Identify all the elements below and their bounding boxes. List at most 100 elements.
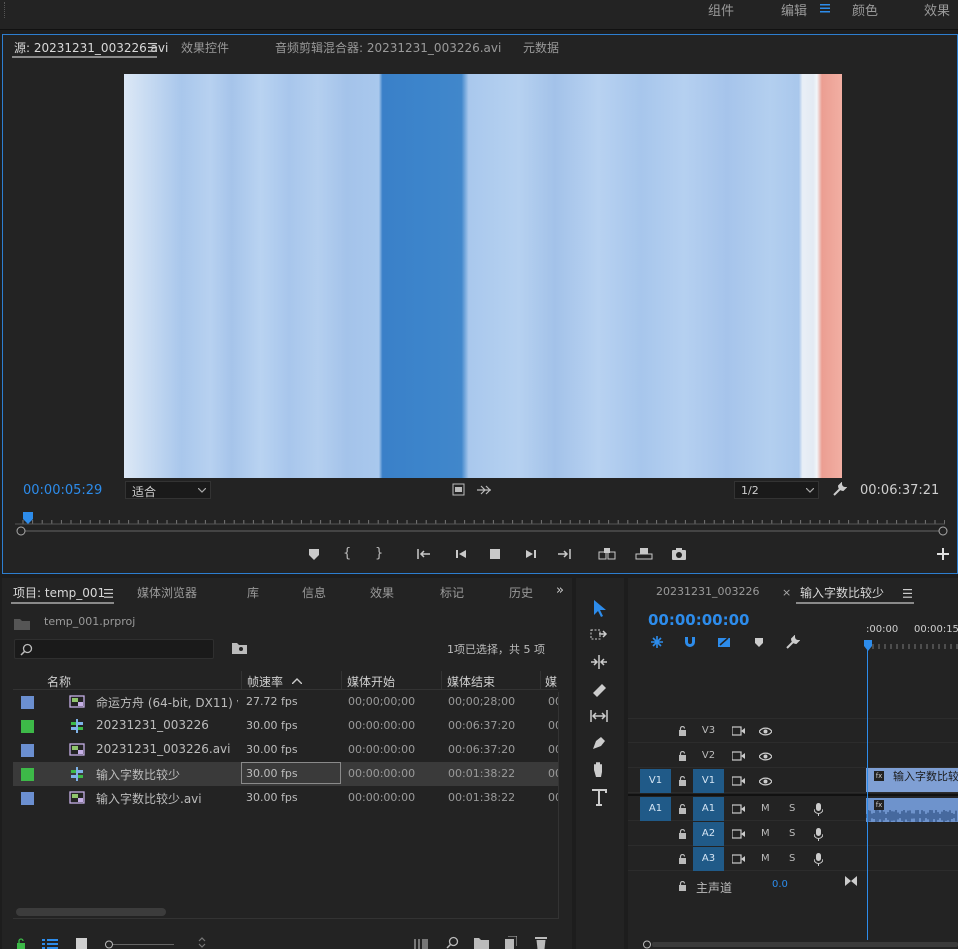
linked-selection-icon[interactable] xyxy=(717,635,731,649)
mute-button[interactable]: M xyxy=(761,828,770,839)
selection-tool-icon[interactable] xyxy=(588,597,610,619)
search-field[interactable] xyxy=(14,639,214,659)
lock-icon[interactable] xyxy=(678,751,687,761)
type-tool-icon[interactable] xyxy=(588,786,610,808)
eye-icon[interactable] xyxy=(759,777,772,786)
add-marker-icon[interactable] xyxy=(754,637,764,648)
overwrite-clip-icon[interactable] xyxy=(635,546,653,562)
label-color-swatch[interactable] xyxy=(21,720,34,733)
track-target-v3[interactable]: V3 xyxy=(693,719,724,743)
column-frame-rate[interactable]: 帧速率 xyxy=(247,673,283,690)
sync-lock-icon[interactable] xyxy=(732,829,745,839)
solo-button[interactable]: S xyxy=(789,853,795,864)
menu-icon[interactable] xyxy=(820,3,830,13)
column-media-start[interactable]: 媒体开始 xyxy=(347,673,395,690)
label-color-swatch[interactable] xyxy=(21,744,34,757)
workspace-tab-assembly[interactable]: 组件 xyxy=(708,0,734,19)
sync-lock-icon[interactable] xyxy=(732,751,745,761)
timeline-ruler[interactable] xyxy=(865,641,958,649)
label-color-swatch[interactable] xyxy=(21,768,34,781)
step-forward-icon[interactable] xyxy=(523,546,539,562)
insert-clip-icon[interactable] xyxy=(598,546,616,562)
column-divider[interactable] xyxy=(441,671,442,689)
slip-tool-icon[interactable] xyxy=(588,705,610,727)
add-button-icon[interactable] xyxy=(937,548,953,564)
playhead-line[interactable] xyxy=(867,650,868,940)
source-patch-v1[interactable]: V1 xyxy=(640,769,671,793)
step-back-icon[interactable] xyxy=(453,546,469,562)
track-target-a1[interactable]: A1 xyxy=(693,797,724,821)
column-name[interactable]: 名称 xyxy=(47,673,71,690)
tab-effect-controls[interactable]: 效果控件 xyxy=(181,39,229,56)
track-target-a2[interactable]: A2 xyxy=(693,822,724,846)
sync-lock-icon[interactable] xyxy=(732,854,745,864)
lock-icon[interactable] xyxy=(16,938,26,949)
lock-icon[interactable] xyxy=(678,804,687,814)
panel-menu-icon[interactable] xyxy=(903,589,912,598)
horizontal-scrollbar[interactable] xyxy=(16,908,166,916)
table-row[interactable]: 命运方舟 (64-bit, DX11) v.2. 27.72 fps 00;00;0… xyxy=(13,690,558,714)
ripple-edit-tool-icon[interactable] xyxy=(588,651,610,673)
mute-button[interactable]: M xyxy=(761,803,770,814)
zoom-slider[interactable] xyxy=(104,940,176,949)
panel-menu-icon[interactable] xyxy=(104,589,113,598)
razor-tool-icon[interactable] xyxy=(588,678,610,700)
icon-view-icon[interactable] xyxy=(76,938,87,949)
video-clip[interactable]: fx 输入字数比较少 xyxy=(866,768,958,792)
workspace-tab-color[interactable]: 颜色 xyxy=(852,0,878,19)
workspace-tab-effects[interactable]: 效果 xyxy=(924,0,950,19)
pen-tool-icon[interactable] xyxy=(588,732,610,754)
stop-icon[interactable] xyxy=(487,546,503,562)
playback-resolution-select[interactable]: 1/2 xyxy=(734,481,819,499)
find-icon[interactable] xyxy=(446,936,459,949)
mark-in-icon[interactable]: { xyxy=(343,546,359,562)
playhead-marker[interactable] xyxy=(23,512,33,524)
frame-rate-edit-box[interactable] xyxy=(241,762,341,784)
table-row[interactable]: 20231231_003226.avi 30.00 fps 00:00:00:00 0… xyxy=(13,738,558,762)
search-input[interactable] xyxy=(37,642,207,656)
playhead-marker[interactable] xyxy=(864,640,872,652)
lock-icon[interactable] xyxy=(678,726,687,736)
column-divider[interactable] xyxy=(241,671,242,689)
new-bin-icon[interactable] xyxy=(474,937,489,949)
sort-ascending-icon[interactable] xyxy=(292,678,302,684)
hand-tool-icon[interactable] xyxy=(588,759,610,781)
new-search-bin-icon[interactable] xyxy=(232,642,247,654)
zoom-scrollbar[interactable] xyxy=(642,940,958,949)
audio-track[interactable]: A2 M S xyxy=(628,822,958,846)
eye-icon[interactable] xyxy=(759,727,772,736)
lock-icon[interactable] xyxy=(678,829,687,839)
drag-video-audio-icon[interactable] xyxy=(477,485,492,495)
column-media-more[interactable]: 媒 xyxy=(545,673,558,690)
list-view-icon[interactable] xyxy=(42,938,58,949)
label-color-swatch[interactable] xyxy=(21,696,34,709)
go-to-out-icon[interactable] xyxy=(556,546,572,562)
video-track[interactable]: V2 xyxy=(628,744,958,768)
new-item-icon[interactable] xyxy=(505,936,517,949)
panel-menu-icon[interactable] xyxy=(148,43,157,52)
solo-button[interactable]: S xyxy=(789,828,795,839)
tab-info[interactable]: 信息 xyxy=(302,584,326,601)
lock-icon[interactable] xyxy=(678,854,687,864)
source-patch-a1[interactable]: A1 xyxy=(640,797,671,821)
tab-markers[interactable]: 标记 xyxy=(440,584,464,601)
sync-lock-icon[interactable] xyxy=(732,726,745,736)
lock-icon[interactable] xyxy=(678,776,687,786)
tab-source[interactable]: 源: 20231231_003226.avi xyxy=(14,39,168,56)
mark-out-icon[interactable]: } xyxy=(375,546,391,562)
tab-audio-clip-mixer[interactable]: 音频剪辑混合器: 20231231_003226.avi xyxy=(275,39,501,56)
audio-track[interactable]: A3 M S xyxy=(628,847,958,871)
nest-toggle-icon[interactable] xyxy=(650,635,664,649)
tab-project[interactable]: 项目: temp_001 xyxy=(13,584,105,601)
go-to-in-icon[interactable] xyxy=(416,546,432,562)
microphone-icon[interactable] xyxy=(814,803,823,816)
tab-metadata[interactable]: 元数据 xyxy=(523,39,559,56)
export-frame-icon[interactable] xyxy=(671,546,687,562)
table-row[interactable]: 输入字数比较少30.00 fps00:00:00:0000:01:38:2200 xyxy=(13,762,558,786)
track-target-v1[interactable]: V1 xyxy=(693,769,724,793)
sync-lock-icon[interactable] xyxy=(732,776,745,786)
tab-history[interactable]: 历史 xyxy=(509,584,533,601)
table-row[interactable]: 20231231_003226 30.00 fps 00:00:00:00 00:06… xyxy=(13,714,558,738)
go-to-end-icon[interactable] xyxy=(845,876,857,886)
sync-lock-icon[interactable] xyxy=(732,804,745,814)
